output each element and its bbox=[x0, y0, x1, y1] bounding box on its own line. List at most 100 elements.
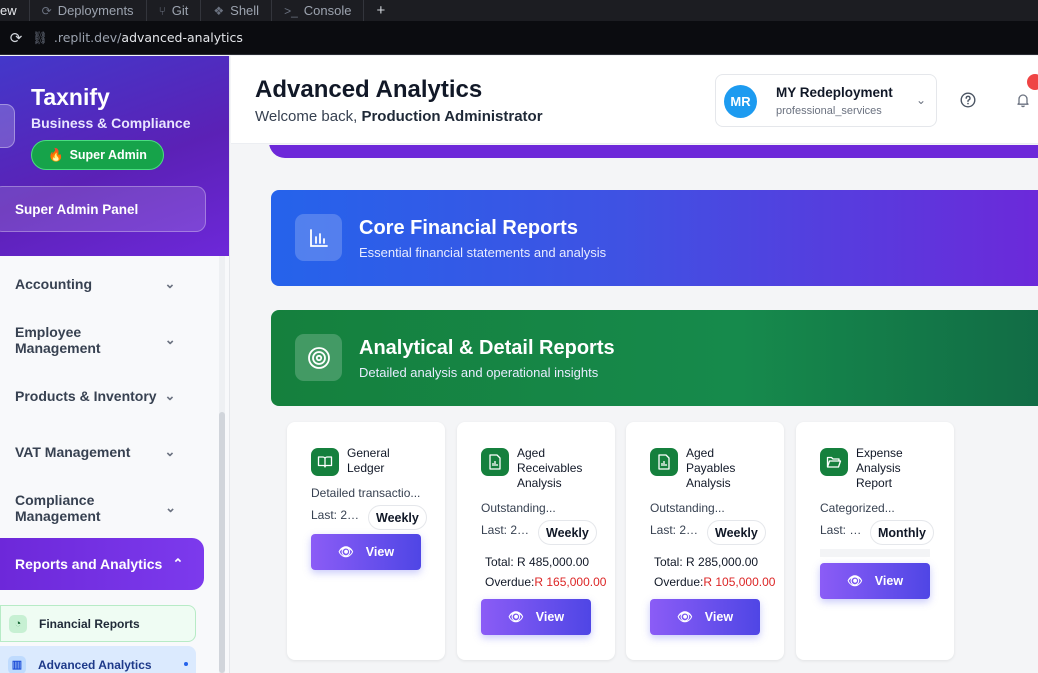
total-value: R 285,000.00 bbox=[686, 555, 759, 569]
pie-chart-icon: ◔ bbox=[9, 614, 27, 633]
logo-icon bbox=[0, 104, 15, 148]
tab-git[interactable]: ⑂ Git bbox=[147, 0, 202, 21]
brand-name: Taxnify bbox=[31, 84, 110, 110]
card-description: Detailed transactio... bbox=[311, 486, 421, 500]
tab-console[interactable]: >_ Console bbox=[272, 0, 365, 21]
book-icon bbox=[311, 448, 339, 476]
super-admin-badge: 🔥 Super Admin bbox=[31, 140, 164, 170]
sidebar-item-label: Accounting bbox=[15, 276, 92, 292]
view-button[interactable]: 👁 View bbox=[311, 534, 421, 570]
deployments-icon: ⟳ bbox=[41, 3, 52, 18]
super-admin-panel-button[interactable]: Super Admin Panel bbox=[0, 186, 206, 232]
org-name: MY Redeployment bbox=[776, 85, 893, 100]
help-button[interactable] bbox=[958, 90, 978, 110]
sidebar: Taxnify Business & Compliance 🔥 Super Ad… bbox=[0, 56, 230, 673]
brand-subtitle: Business & Compliance bbox=[31, 115, 191, 131]
view-button[interactable]: 👁 View bbox=[481, 599, 591, 635]
sidebar-item-accounting[interactable]: Accounting ⌄ bbox=[0, 256, 220, 312]
chevron-down-icon: ⌄ bbox=[915, 93, 926, 107]
tab-webview[interactable]: ew bbox=[0, 0, 30, 21]
card-last-run: Last: 20... bbox=[311, 508, 363, 522]
url-domain: .replit.dev/ bbox=[53, 30, 122, 45]
active-indicator bbox=[184, 662, 188, 666]
section-banner-partial bbox=[269, 145, 1038, 158]
tab-label: Git bbox=[171, 3, 189, 18]
card-last-run: Last: 20... bbox=[481, 523, 533, 537]
card-title: Aged Payables Analysis bbox=[686, 446, 736, 490]
browser-tab-bar: ew ⟳ Deployments ⑂ Git ❖ Shell >_ Console + bbox=[0, 0, 1038, 21]
org-type: professional_services bbox=[776, 105, 882, 117]
report-card-aged-receivables: Aged Receivables Analysis Outstanding...… bbox=[457, 422, 615, 660]
card-last-run: Last: 2... bbox=[820, 523, 866, 537]
view-button[interactable]: 👁 View bbox=[820, 563, 930, 599]
bar-chart-icon: ▥ bbox=[8, 655, 26, 673]
sidebar-item-employee-management[interactable]: Employee Management ⌄ bbox=[0, 312, 220, 368]
tab-label: Deployments bbox=[57, 3, 134, 18]
url-path: advanced-analytics bbox=[121, 30, 243, 45]
card-description: Categorized... bbox=[820, 501, 895, 515]
report-card-general-ledger: General Ledger Detailed transactio... La… bbox=[287, 422, 445, 660]
banner-title: Core Financial Reports bbox=[359, 217, 578, 239]
banner-title: Analytical & Detail Reports bbox=[359, 337, 615, 359]
address-field[interactable]: ⛓ .replit.dev/advanced-analytics bbox=[32, 24, 1038, 51]
total-amount: Total: R 285,000.00 bbox=[654, 555, 758, 569]
link-icon: ⛓ bbox=[32, 29, 48, 45]
banner-subtitle: Essential financial statements and analy… bbox=[359, 245, 607, 260]
url-bar: ⟳ ⛓ .replit.dev/advanced-analytics bbox=[0, 21, 1038, 55]
frequency-badge: Weekly bbox=[707, 520, 766, 545]
tab-label: Console bbox=[303, 3, 352, 18]
sidebar-item-label: VAT Management bbox=[15, 444, 131, 460]
chevron-up-icon: ⌃ bbox=[172, 556, 184, 571]
card-title: General Ledger bbox=[347, 446, 390, 475]
sidebar-subitem-financial-reports[interactable]: ◔ Financial Reports bbox=[0, 605, 196, 642]
view-button[interactable]: 👁 View bbox=[650, 599, 760, 635]
chevron-down-icon: ⌄ bbox=[165, 500, 176, 515]
user-name: Production Administrator bbox=[361, 108, 543, 125]
card-description: Outstanding... bbox=[481, 501, 556, 515]
sidebar-subitem-advanced-analytics[interactable]: ▥ Advanced Analytics bbox=[0, 646, 196, 673]
overdue-value: R 105,000.00 bbox=[703, 575, 776, 589]
tab-shell[interactable]: ❖ Shell bbox=[201, 0, 273, 21]
tab-label: Shell bbox=[230, 3, 260, 18]
sidebar-item-compliance-management[interactable]: Compliance Management ⌄ bbox=[0, 480, 220, 536]
report-card-aged-payables: Aged Payables Analysis Outstanding... La… bbox=[626, 422, 784, 660]
sidebar-scrollbar-thumb[interactable] bbox=[219, 412, 225, 673]
report-card-expense-analysis: Expense Analysis Report Categorized... L… bbox=[796, 422, 954, 660]
reload-icon[interactable]: ⟳ bbox=[0, 29, 32, 47]
eye-icon: 👁 bbox=[507, 609, 524, 624]
sidebar-item-label: Reports and Analytics bbox=[15, 556, 163, 572]
sidebar-item-reports-analytics[interactable]: Reports and Analytics ⌃ bbox=[0, 538, 204, 590]
banner-subtitle: Detailed analysis and operational insigh… bbox=[359, 365, 599, 380]
sidebar-item-label: Employee Management bbox=[15, 324, 101, 356]
chevron-down-icon: ⌄ bbox=[164, 444, 176, 459]
total-label: Total: bbox=[485, 555, 518, 569]
overdue-amount: Overdue:R 105,000.00 bbox=[654, 575, 775, 589]
avatar: MR bbox=[724, 85, 757, 118]
file-chart-icon bbox=[650, 448, 678, 476]
notification-badge bbox=[1027, 74, 1038, 90]
view-label: View bbox=[535, 610, 565, 624]
card-title: Aged Receivables Analysis bbox=[517, 446, 583, 490]
overdue-label: Overdue: bbox=[485, 575, 535, 589]
tab-label: ew bbox=[0, 3, 17, 18]
overdue-amount: Overdue:R 165,000.00 bbox=[485, 575, 606, 589]
sidebar-nav: Accounting ⌄ Employee Management ⌄ Produ… bbox=[0, 256, 220, 673]
core-financial-reports-banner[interactable]: Core Financial Reports Essential financi… bbox=[271, 190, 1038, 286]
overdue-value: R 165,000.00 bbox=[534, 575, 607, 589]
chevron-down-icon: ⌄ bbox=[164, 332, 176, 347]
notifications-button[interactable] bbox=[1013, 90, 1033, 110]
tab-deployments[interactable]: ⟳ Deployments bbox=[30, 0, 147, 21]
welcome-text: Welcome back, Production Administrator bbox=[255, 108, 543, 125]
analytical-detail-reports-banner[interactable]: Analytical & Detail Reports Detailed ana… bbox=[271, 310, 1038, 406]
eye-icon: 👁 bbox=[846, 573, 863, 588]
card-divider bbox=[820, 549, 930, 557]
bar-chart-icon bbox=[295, 214, 342, 261]
welcome-prefix: Welcome back, bbox=[255, 108, 362, 125]
console-icon: >_ bbox=[284, 3, 298, 18]
organization-selector[interactable]: MR MY Redeployment professional_services… bbox=[715, 74, 937, 127]
sidebar-item-products-inventory[interactable]: Products & Inventory ⌄ bbox=[0, 368, 220, 424]
badge-label: Super Admin bbox=[69, 148, 147, 162]
shell-icon: ❖ bbox=[213, 3, 225, 18]
sidebar-item-vat-management[interactable]: VAT Management ⌄ bbox=[0, 424, 220, 480]
new-tab-button[interactable]: + bbox=[364, 0, 397, 21]
